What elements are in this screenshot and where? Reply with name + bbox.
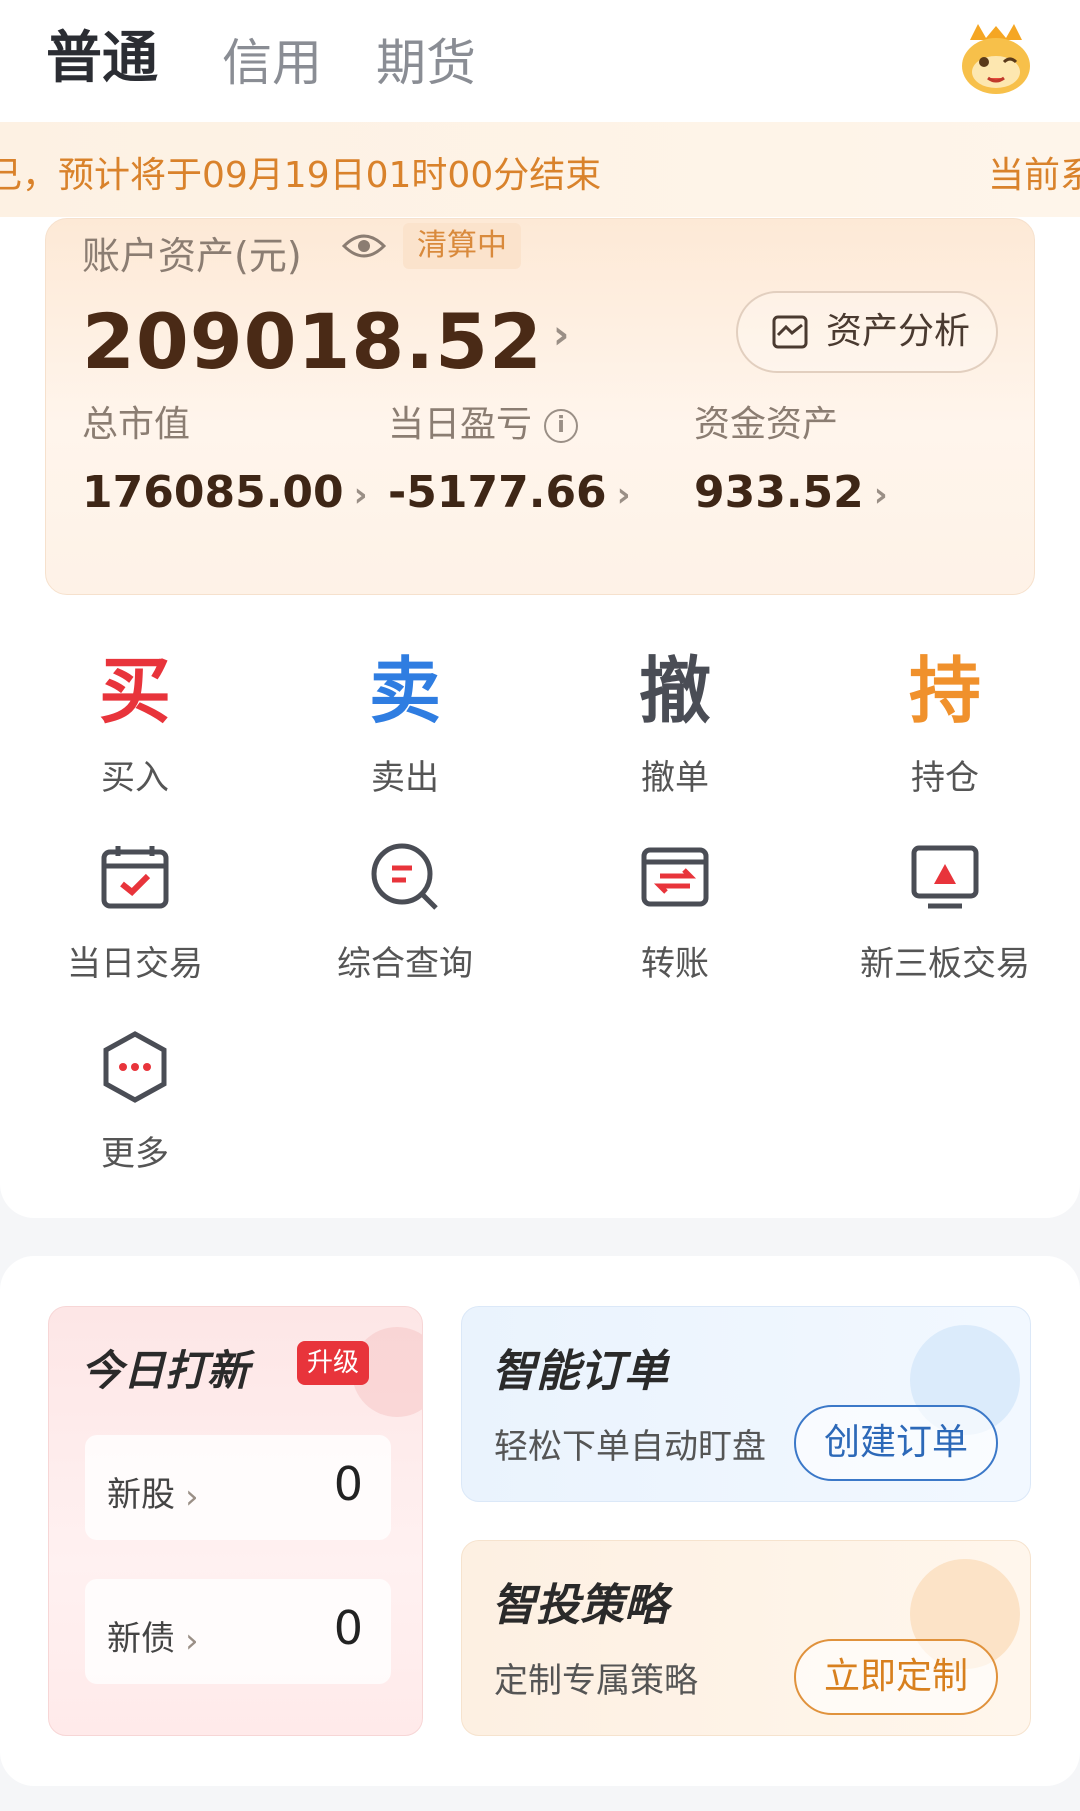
sell-button[interactable]: 卖 卖出: [270, 646, 540, 799]
transfer-card-icon: [641, 847, 709, 907]
asset-label: 账户资产(元): [82, 234, 302, 278]
header: 普通 信用 期货: [0, 0, 1080, 125]
top-panel: 账户资产(元) 清算中 209018.52 › 资产分析 总市值 176085.0…: [0, 200, 1080, 1218]
new-stocks-row[interactable]: 新股 › 0: [85, 1435, 391, 1540]
asset-analysis-button[interactable]: 资产分析: [736, 291, 998, 373]
smart-strategy-card[interactable]: 智投策略 定制专属策略 立即定制: [461, 1540, 1031, 1736]
chevron-right-icon: ›: [616, 475, 631, 515]
cancel-order-button[interactable]: 撤 撤单: [540, 646, 810, 799]
search-list-icon: [371, 843, 438, 910]
row-label: 新债: [107, 1619, 175, 1659]
upgrade-badge: 升级: [297, 1341, 370, 1385]
metric-value: 933.52: [694, 467, 864, 518]
row-label: 新股: [107, 1475, 175, 1515]
notice-banner[interactable]: 己，预计将于09月19日01时00分结束 当前系: [0, 122, 1080, 217]
analysis-icon: [772, 315, 808, 349]
positions-label: 持仓: [911, 758, 979, 798]
market-value-metric[interactable]: 总市值 176085.00 ›: [82, 395, 368, 518]
metric-value: 176085.00: [82, 467, 344, 518]
sell-glyph: 卖: [368, 649, 441, 733]
query-button[interactable]: 综合查询: [270, 840, 540, 985]
buy-button[interactable]: 买 买入: [0, 646, 270, 799]
transfer-button[interactable]: 转账: [540, 840, 810, 985]
create-order-button[interactable]: 创建订单: [794, 1405, 998, 1481]
smart-order-card[interactable]: 智能订单 轻松下单自动盯盘 创建订单: [461, 1306, 1031, 1502]
new-bonds-row[interactable]: 新债 › 0: [85, 1579, 391, 1684]
promo-subtitle: 轻松下单自动盯盘: [494, 1427, 766, 1467]
tab-futures[interactable]: 期货: [376, 30, 476, 96]
eye-icon[interactable]: [342, 231, 386, 261]
ipo-card[interactable]: 今日打新 升级 新股 › 0 新债 › 0: [48, 1306, 423, 1736]
promo-subtitle: 定制专属策略: [494, 1661, 698, 1701]
asset-analysis-label: 资产分析: [826, 311, 971, 352]
trading-page: 普通 信用 期货 账户资产(元) 清算中 209018.52 › 资产分析 总市…: [0, 0, 1080, 1811]
chevron-right-icon: ›: [552, 312, 571, 358]
positions-button[interactable]: 持 持仓: [810, 646, 1080, 799]
mascot-avatar-icon[interactable]: [956, 20, 1036, 100]
info-icon[interactable]: i: [544, 409, 579, 443]
promo-title: 智能订单: [492, 1346, 668, 1397]
total-assets[interactable]: 209018.52 ›: [82, 297, 570, 386]
buy-label: 买入: [101, 758, 169, 798]
neeq-trade-button[interactable]: 新三板交易: [810, 840, 1080, 985]
chevron-right-icon: ›: [185, 1620, 199, 1661]
daily-trades-button[interactable]: 当日交易: [0, 840, 270, 985]
tool-label: 综合查询: [337, 944, 473, 984]
monitor-chart-icon: [911, 845, 979, 909]
daily-pnl-metric[interactable]: 当日盈亏 i -5177.66 ›: [388, 395, 631, 518]
more-dots-icon: [103, 1031, 167, 1103]
metric-label: 资金资产: [694, 404, 839, 445]
asset-card: 账户资产(元) 清算中 209018.52 › 资产分析 总市值 176085.0…: [45, 218, 1035, 595]
ipo-title: 今日打新: [81, 1346, 250, 1395]
tool-label: 更多: [101, 1134, 169, 1174]
tool-label: 新三板交易: [860, 944, 1030, 984]
new-stocks-count: 0: [333, 1457, 363, 1511]
buy-glyph: 买: [98, 649, 171, 733]
notice-message: 己，预计将于09月19日01时00分结束: [0, 155, 602, 196]
notice-right-text: 当前系: [988, 155, 1080, 196]
total-assets-value: 209018.52: [82, 297, 543, 386]
positions-glyph: 持: [908, 649, 981, 733]
status-badge: 清算中: [403, 223, 521, 269]
tool-label: 当日交易: [67, 944, 203, 984]
sell-label: 卖出: [371, 758, 439, 798]
metric-value: -5177.66: [388, 467, 607, 518]
bottom-panel: 今日打新 升级 新股 › 0 新债 › 0 智能订单 轻松下单自动盯盘 创建订单 智…: [0, 1256, 1080, 1786]
calendar-check-icon: [101, 846, 169, 909]
tool-label: 转账: [641, 944, 709, 984]
tab-credit[interactable]: 信用: [222, 30, 322, 96]
more-button[interactable]: 更多: [0, 1030, 270, 1175]
customize-now-button[interactable]: 立即定制: [794, 1639, 998, 1715]
promo-title: 智投策略: [492, 1580, 668, 1631]
metric-label: 总市值: [82, 404, 191, 445]
metric-label: 当日盈亏: [388, 404, 533, 445]
cancel-label: 撤单: [641, 758, 709, 798]
chevron-right-icon: ›: [873, 475, 888, 515]
new-bonds-count: 0: [333, 1601, 363, 1655]
cash-assets-metric[interactable]: 资金资产 933.52 ›: [694, 395, 888, 518]
chevron-right-icon: ›: [353, 475, 368, 515]
cancel-glyph: 撤: [638, 649, 711, 733]
tab-ordinary[interactable]: 普通: [46, 26, 158, 92]
chevron-right-icon: ›: [185, 1476, 199, 1517]
